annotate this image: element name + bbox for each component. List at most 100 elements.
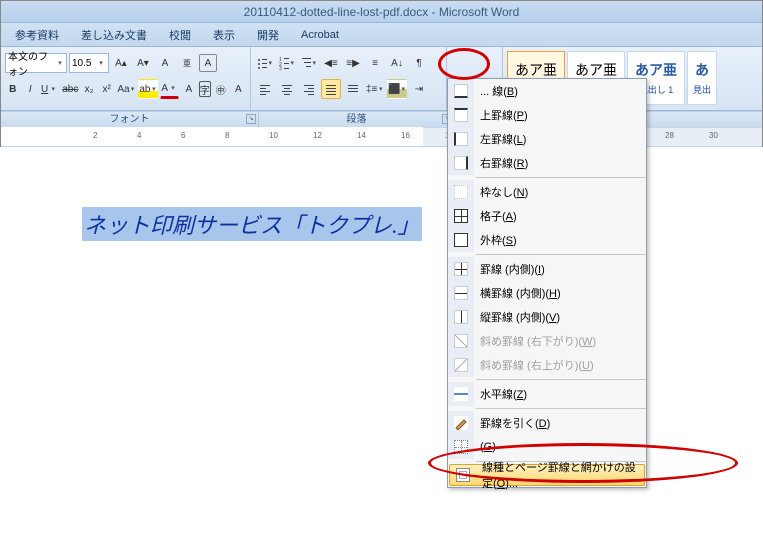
char-shading-button[interactable]: A — [181, 79, 197, 99]
sort-button[interactable]: A↓ — [387, 53, 407, 73]
menu-item-border-inh[interactable]: 横罫線 (内側)(H) — [448, 281, 646, 305]
superscript-button[interactable]: x² — [99, 79, 115, 99]
svg-text:3: 3 — [279, 66, 282, 70]
ribbon: 本文のフォン▾ 10.5▾ A▴ A▾ A 亜 A B I U▾ abc x₂ … — [1, 47, 762, 111]
tab-developer[interactable]: 開発 — [257, 27, 279, 43]
group-labels: フォント↘ 段落↘ — [1, 111, 762, 127]
multilevel-button[interactable]: ▾ — [299, 53, 319, 73]
menu-item-border-all[interactable]: 格子(A) — [448, 204, 646, 228]
tab-acrobat[interactable]: Acrobat — [301, 29, 339, 41]
line-spacing-button[interactable]: ‡≡▾ — [365, 79, 385, 99]
borders-dropdown-menu: ... 線(B)上罫線(P)左罫線(L)右罫線(R) 枠なし(N) 格子(A) 外枠(… — [447, 78, 647, 488]
menu-item-label: 水平線(Z) — [474, 386, 646, 402]
menu-item-label: 罫線を引く(D) — [474, 415, 646, 431]
asian-layout-button[interactable]: ≡ — [365, 53, 385, 73]
char-border-button[interactable]: 字 — [199, 81, 212, 97]
border-inv-icon — [454, 310, 468, 324]
ruler-tick: 10 — [269, 131, 278, 140]
menu-separator — [476, 408, 646, 409]
underline-button[interactable]: U▾ — [40, 79, 59, 99]
diag2-icon — [454, 358, 468, 372]
italic-button[interactable]: I — [23, 79, 39, 99]
menu-item-label: 枠なし(N) — [474, 184, 646, 200]
font-name-select[interactable]: 本文のフォン▾ — [5, 53, 67, 73]
shading-button[interactable]: ⬛▾ — [387, 79, 407, 99]
menu-item-label: (G) — [474, 441, 646, 453]
font-color-button[interactable]: A▾ — [160, 79, 179, 99]
tab-references[interactable]: 参考資料 — [15, 27, 59, 43]
tab-review[interactable]: 校閲 — [169, 27, 191, 43]
align-left-button[interactable] — [255, 79, 275, 99]
decrease-indent-button[interactable]: ◀≡ — [321, 53, 341, 73]
group-paragraph: ▾ 123▾ ▾ ◀≡ ≡▶ ≡ A↓ ¶ ‡≡▾ ⬛▾ ⇥ — [251, 47, 447, 110]
menu-item-label: 横罫線 (内側)(H) — [474, 285, 646, 301]
group-label-font: フォント↘ — [1, 112, 259, 127]
menu-item-label: 格子(A) — [474, 208, 646, 224]
bold-button[interactable]: B — [5, 79, 21, 99]
menu-item-border-inv[interactable]: 縦罫線 (内側)(V) — [448, 305, 646, 329]
menu-item-border-left[interactable]: 左罫線(L) — [448, 127, 646, 151]
menu-item-border-right[interactable]: 右罫線(R) — [448, 151, 646, 175]
menu-item-border-in[interactable]: 罫線 (内側)(I) — [448, 257, 646, 281]
enclose-char-button[interactable]: A — [199, 54, 217, 72]
numbering-button[interactable]: 123▾ — [277, 53, 297, 73]
font-dialog-launcher[interactable]: ↘ — [246, 114, 256, 124]
tab-view[interactable]: 表示 — [213, 27, 235, 43]
ruler-tick: 16 — [401, 131, 410, 140]
show-marks-button[interactable]: ¶ — [409, 53, 429, 73]
highlight-button[interactable]: ab▾ — [138, 79, 158, 99]
clear-format-button[interactable]: A — [155, 53, 175, 73]
fit-text-button[interactable]: ㊥ — [213, 79, 229, 99]
align-right-button[interactable] — [299, 79, 319, 99]
draw-icon — [454, 416, 468, 430]
tab-mailings[interactable]: 差し込み文書 — [81, 27, 147, 43]
page: ネット印刷サービス「トクプレ.」 — [82, 207, 422, 241]
ruler-tick: 4 — [137, 131, 141, 140]
document-canvas[interactable]: ネット印刷サービス「トクプレ.」 — [0, 147, 763, 559]
menu-item-label: 線種とページ罫線と網かけの設定(O)... — [476, 459, 644, 491]
ruler-tick: 8 — [225, 131, 229, 140]
ruler-tick: 6 — [181, 131, 185, 140]
menu-item-border-top[interactable]: 上罫線(P) — [448, 103, 646, 127]
group-font: 本文のフォン▾ 10.5▾ A▴ A▾ A 亜 A B I U▾ abc x₂ … — [1, 47, 251, 110]
menu-item-border-out[interactable]: 外枠(S) — [448, 228, 646, 252]
selected-text[interactable]: ネット印刷サービス「トクプレ.」 — [82, 207, 422, 241]
ruler-tick: 30 — [709, 131, 718, 140]
align-justify-button[interactable] — [321, 79, 341, 99]
font-size-select[interactable]: 10.5▾ — [69, 53, 109, 73]
border-bottom-icon — [454, 84, 468, 98]
shrink-font-button[interactable]: A▾ — [133, 53, 153, 73]
phonetic-button[interactable]: 亜 — [177, 53, 197, 73]
strike-button[interactable]: abc — [61, 79, 79, 99]
grow-font-button[interactable]: A▴ — [111, 53, 131, 73]
menu-item-dialog[interactable]: 線種とページ罫線と網かけの設定(O)... — [449, 464, 645, 486]
menu-item-label: 外枠(S) — [474, 232, 646, 248]
border-in-icon — [454, 262, 468, 276]
menu-item-grid[interactable]: (G) — [448, 435, 646, 459]
hline-icon — [454, 387, 468, 401]
menu-item-hline[interactable]: 水平線(Z) — [448, 382, 646, 406]
style-heading2[interactable]: あ見出 — [687, 51, 717, 105]
grid-icon — [454, 440, 468, 454]
border-top-icon — [454, 108, 468, 122]
menu-item-border-bottom[interactable]: ... 線(B) — [448, 79, 646, 103]
asian-spacing-button[interactable]: ⇥ — [409, 79, 429, 99]
dialog-icon — [456, 468, 470, 482]
border-out-icon — [454, 233, 468, 247]
menu-item-draw[interactable]: 罫線を引く(D) — [448, 411, 646, 435]
ruler[interactable]: 24681012141618202224262830 — [1, 127, 762, 147]
align-center-button[interactable] — [277, 79, 297, 99]
distribute-button[interactable] — [343, 79, 363, 99]
title-bar: 20110412-dotted-line-lost-pdf.docx - Mic… — [1, 1, 762, 23]
combine-char-button[interactable]: A — [231, 79, 247, 99]
border-inh-icon — [454, 286, 468, 300]
menu-item-diag2: 斜め罫線 (右上がり)(U) — [448, 353, 646, 377]
ruler-tick: 28 — [665, 131, 674, 140]
bullets-button[interactable]: ▾ — [255, 53, 275, 73]
increase-indent-button[interactable]: ≡▶ — [343, 53, 363, 73]
change-case-button[interactable]: Aa▾ — [116, 79, 136, 99]
menu-item-border-none[interactable]: 枠なし(N) — [448, 180, 646, 204]
border-left-icon — [454, 132, 468, 146]
ribbon-tabs: 参考資料 差し込み文書 校閲 表示 開発 Acrobat — [1, 23, 762, 47]
subscript-button[interactable]: x₂ — [81, 79, 97, 99]
